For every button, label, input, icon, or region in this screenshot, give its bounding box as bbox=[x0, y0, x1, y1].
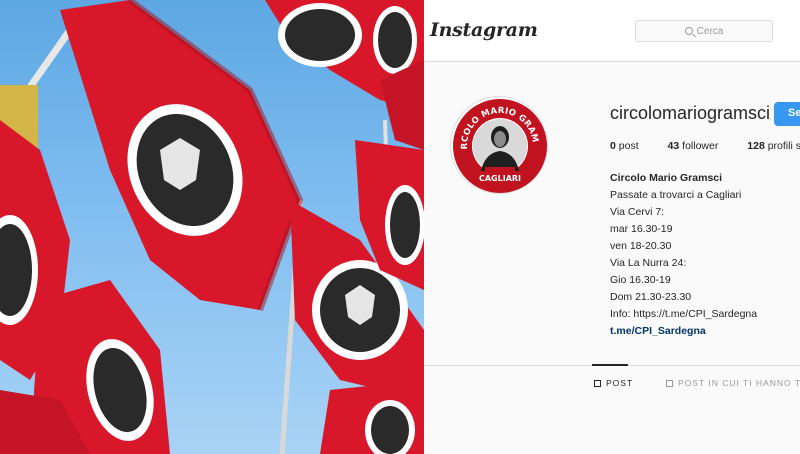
bio-line: Via La Nurra 24: bbox=[610, 257, 687, 269]
followers-count: 43 bbox=[667, 140, 680, 152]
followers-stat[interactable]: 43 follower bbox=[668, 140, 719, 152]
profile-bio: Circolo Mario Gramsci Passate a trovarci… bbox=[610, 170, 757, 340]
bio-line: Passate a trovarci a Cagliari bbox=[610, 189, 742, 201]
bio-line: Info: https://t.me/CPI_Sardegna bbox=[610, 308, 758, 320]
bio-line: Gio 16.30-19 bbox=[610, 274, 671, 286]
follow-button[interactable]: Segui bbox=[774, 102, 800, 126]
tab-post-label: POST bbox=[606, 378, 634, 388]
bio-line: Via Cervi 7: bbox=[610, 206, 665, 218]
bio-line: ven 18-20.30 bbox=[610, 240, 672, 252]
instagram-logo[interactable]: Instagram bbox=[430, 19, 538, 41]
search-placeholder: Cerca bbox=[696, 25, 724, 37]
tab-post[interactable]: POST bbox=[594, 378, 633, 388]
badge-bottom-text: CAGLIARI bbox=[479, 174, 521, 183]
search-icon bbox=[684, 27, 693, 35]
circolo-badge-logo: CIRCOLO MARIO GRAMSCI CAGLIARI bbox=[451, 97, 547, 193]
followers-label: follower bbox=[682, 140, 719, 152]
posts-label: post bbox=[618, 140, 639, 152]
avatar[interactable]: CIRCOLO MARIO GRAMSCI CAGLIARI bbox=[450, 96, 548, 194]
flags-illustration bbox=[0, 0, 424, 454]
following-count: 128 bbox=[747, 140, 765, 152]
top-navbar: Instagram Cerca bbox=[424, 0, 800, 62]
tagged-icon bbox=[666, 380, 673, 387]
flags-photo bbox=[0, 0, 424, 454]
tab-tagged-label: POST IN CUI TI HANNO TAGGATO bbox=[678, 378, 800, 388]
profile-stats: 0 post 43 follower 128 profili seguiti bbox=[610, 140, 800, 152]
bio-website-link[interactable]: t.me/CPI_Sardegna bbox=[610, 323, 757, 340]
posts-count: 0 bbox=[610, 140, 616, 152]
bio-line: mar 16.30-19 bbox=[610, 223, 673, 235]
following-label: profili seguiti bbox=[767, 140, 800, 152]
tab-tagged[interactable]: POST IN CUI TI HANNO TAGGATO bbox=[666, 378, 800, 388]
active-tab-indicator bbox=[592, 364, 628, 366]
grid-icon bbox=[594, 380, 601, 387]
instagram-profile-panel: Instagram Cerca CIRCOLO MARIO GRAMSCI CA… bbox=[424, 0, 800, 454]
search-input[interactable]: Cerca bbox=[635, 20, 773, 42]
following-stat[interactable]: 128 profili seguiti bbox=[747, 140, 800, 152]
profile-username: circolomariogramsci bbox=[610, 103, 771, 123]
profile-full-name: Circolo Mario Gramsci bbox=[610, 172, 723, 184]
posts-stat: 0 post bbox=[610, 140, 639, 152]
bio-line: Dom 21.30-23.30 bbox=[610, 291, 692, 303]
